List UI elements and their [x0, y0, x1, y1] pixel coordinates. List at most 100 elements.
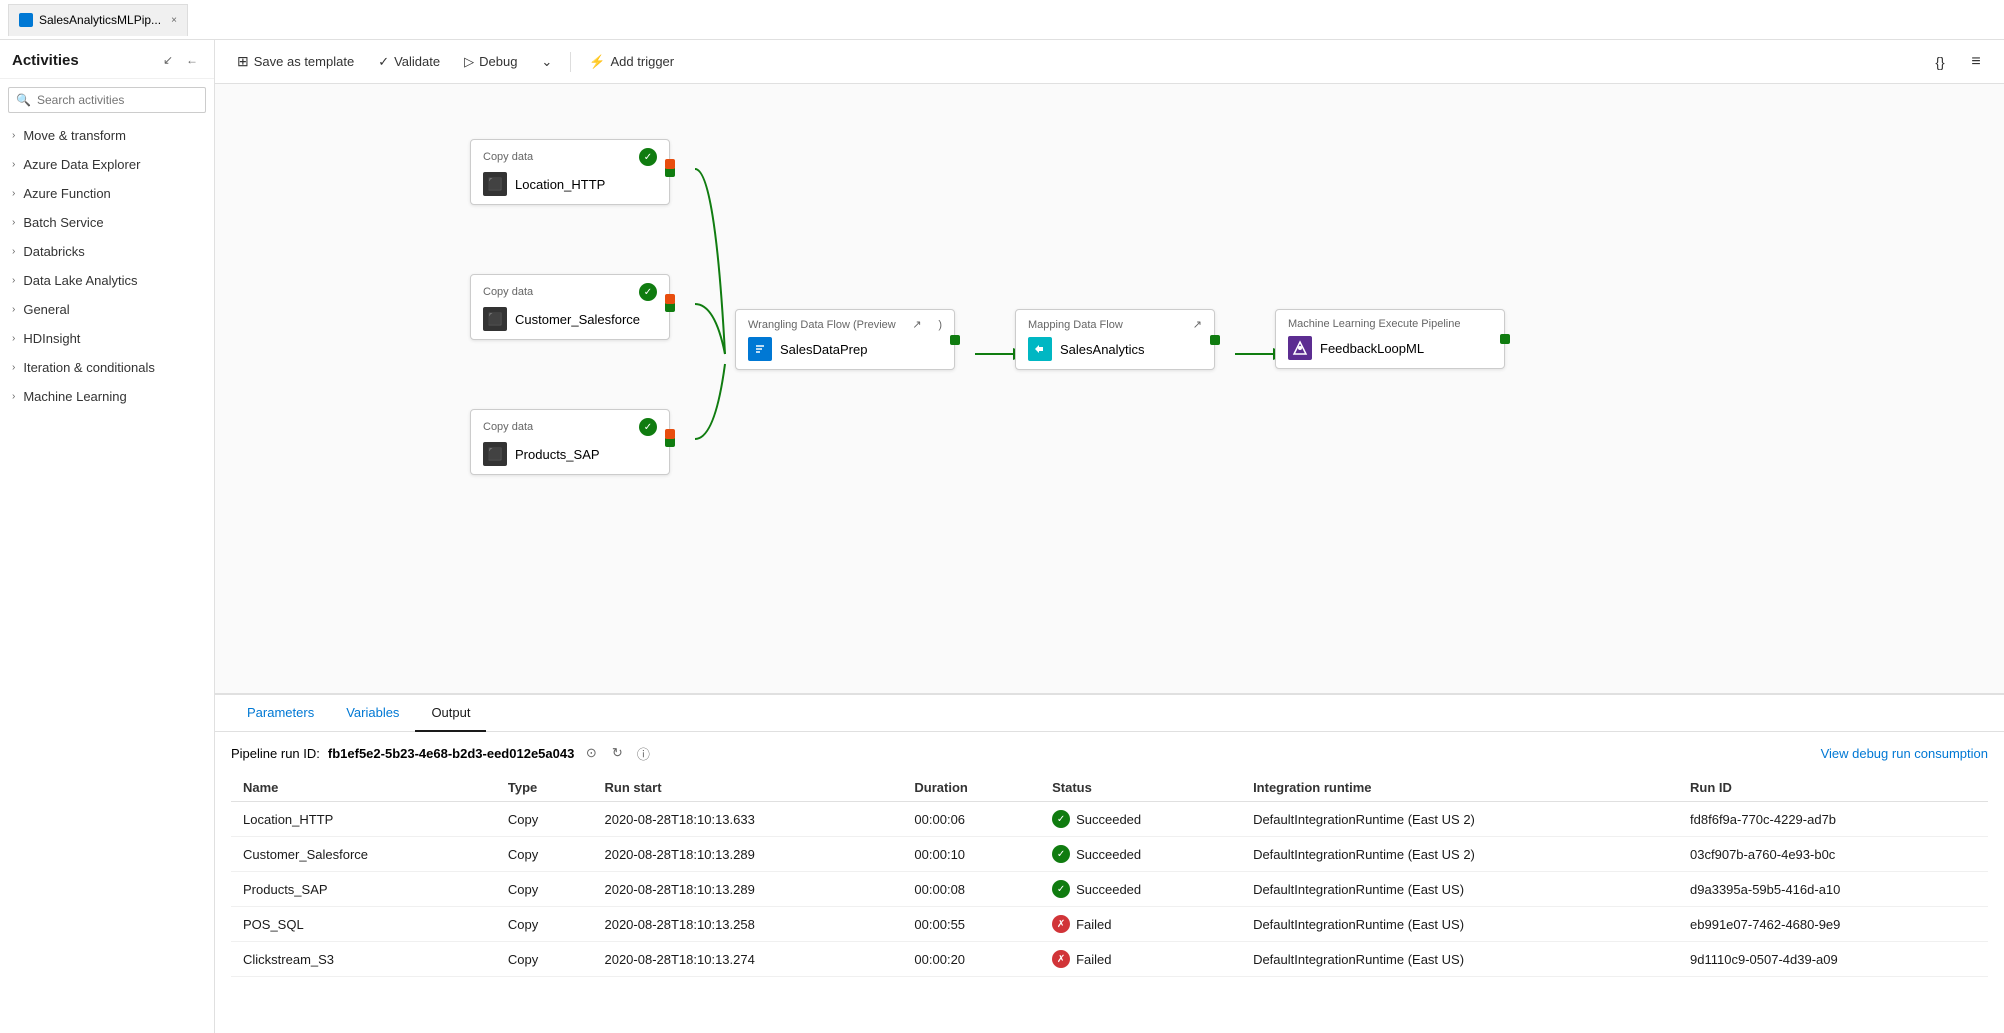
table-row[interactable]: Products_SAP Copy 2020-08-28T18:10:13.28…: [231, 872, 1988, 907]
info-icon[interactable]: ⓘ: [634, 744, 652, 762]
cell-run-start: 2020-08-28T18:10:13.289: [592, 837, 902, 872]
ml-node[interactable]: Machine Learning Execute Pipeline Feedba…: [1275, 309, 1505, 369]
cell-run-start: 2020-08-28T18:10:13.258: [592, 907, 902, 942]
code-icon: {}: [1935, 54, 1944, 70]
settings-icon: ≡: [1971, 53, 1980, 71]
sidebar-item-label: Data Lake Analytics: [23, 273, 137, 288]
cell-runtime: DefaultIntegrationRuntime (East US 2): [1241, 837, 1678, 872]
table-row[interactable]: Clickstream_S3 Copy 2020-08-28T18:10:13.…: [231, 942, 1988, 977]
add-trigger-button[interactable]: ⚡ Add trigger: [579, 50, 684, 74]
chevron-down-icon: ⌄: [541, 54, 552, 70]
ml-name: FeedbackLoopML: [1320, 341, 1424, 356]
sidebar-item-label: Azure Function: [23, 186, 110, 201]
node-body-2: ⬛ Customer_Salesforce: [483, 307, 657, 331]
cell-name: POS_SQL: [231, 907, 496, 942]
save-as-template-button[interactable]: ⊞ Save as template: [227, 49, 364, 74]
mapping-type: Mapping Data Flow: [1028, 319, 1123, 331]
chevron-icon: ›: [12, 275, 15, 286]
sidebar-item-4[interactable]: ›Databricks: [0, 237, 214, 266]
cell-name: Location_HTTP: [231, 802, 496, 837]
wrangling-name: SalesDataPrep: [780, 342, 867, 357]
tab-output[interactable]: Output: [415, 695, 486, 732]
sidebar-item-9[interactable]: ›Machine Learning: [0, 382, 214, 411]
wrangling-type: Wrangling Data Flow (Preview: [748, 319, 896, 331]
validate-button[interactable]: ✓ Validate: [368, 50, 450, 74]
status-failed-icon: ✗: [1052, 950, 1070, 968]
pipeline-run-label: Pipeline run ID:: [231, 746, 320, 761]
table-row[interactable]: Location_HTTP Copy 2020-08-28T18:10:13.6…: [231, 802, 1988, 837]
col-run-start: Run start: [592, 774, 902, 802]
ml-body: FeedbackLoopML: [1288, 336, 1492, 360]
sidebar-item-2[interactable]: ›Azure Function: [0, 179, 214, 208]
canvas-area[interactable]: Copy data ✓ ⬛ Location_HTTP Copy data ✓: [215, 84, 2004, 693]
sidebar-header: Activities ↙ ←: [0, 40, 214, 79]
col-type: Type: [496, 774, 593, 802]
copy-node-2[interactable]: Copy data ✓ ⬛ Customer_Salesforce: [470, 274, 670, 340]
cell-name: Products_SAP: [231, 872, 496, 907]
mapping-body: SalesAnalytics: [1028, 337, 1202, 361]
external-link-icon-mapping[interactable]: ↗: [1193, 318, 1202, 331]
cell-run-id: 03cf907b-a760-4e93-b0c: [1678, 837, 1988, 872]
copy-run-id-icon[interactable]: ⊙: [582, 744, 600, 762]
debug-icon: ▷: [464, 54, 474, 70]
hide-panel-btn[interactable]: ←: [182, 50, 202, 70]
debug-button[interactable]: ▷ Debug: [454, 50, 527, 74]
sidebar-item-7[interactable]: › HDInsight: [0, 324, 214, 353]
wrangling-connector-right: [950, 335, 960, 345]
panel-tabs: Parameters Variables Output: [215, 695, 2004, 732]
status-success-icon: ✓: [1052, 810, 1070, 828]
node-header-2: Copy data ✓: [483, 283, 657, 301]
panel-content: Pipeline run ID: fb1ef5e2-5b23-4e68-b2d3…: [215, 732, 2004, 1033]
node-body-1: ⬛ Location_HTTP: [483, 172, 657, 196]
collapse-btn[interactable]: ↙: [158, 50, 178, 70]
node-name-2: Customer_Salesforce: [515, 312, 640, 327]
tab-close-button[interactable]: ×: [171, 15, 177, 26]
tab-parameters[interactable]: Parameters: [231, 695, 330, 732]
sidebar-item-0[interactable]: ›Move & transform: [0, 121, 214, 150]
sidebar-item-1[interactable]: ›Azure Data Explorer: [0, 150, 214, 179]
col-run-id: Run ID: [1678, 774, 1988, 802]
copy-node-1[interactable]: Copy data ✓ ⬛ Location_HTTP: [470, 139, 670, 205]
tab-variables[interactable]: Variables: [330, 695, 415, 732]
view-consumption-link[interactable]: View debug run consumption: [1821, 746, 1988, 761]
external-link-icon-wrangling[interactable]: ↗: [912, 318, 921, 331]
chevron-icon: ›: [12, 159, 15, 170]
mapping-node[interactable]: Mapping Data Flow ↗ SalesAnalytics: [1015, 309, 1215, 370]
save-template-label: Save as template: [254, 54, 354, 69]
table-row[interactable]: POS_SQL Copy 2020-08-28T18:10:13.258 00:…: [231, 907, 1988, 942]
col-duration: Duration: [902, 774, 1040, 802]
search-input[interactable]: [8, 87, 206, 113]
sidebar-item-label: Iteration & conditionals: [23, 360, 155, 375]
mapping-name: SalesAnalytics: [1060, 342, 1145, 357]
cell-duration: 00:00:08: [902, 872, 1040, 907]
cell-type: Copy: [496, 872, 593, 907]
sidebar-item-6[interactable]: ›General: [0, 295, 214, 324]
chevron-icon: ›: [12, 246, 15, 257]
node-type-2: Copy data: [483, 286, 533, 298]
cell-status: ✓Succeeded: [1040, 837, 1241, 872]
save-template-icon: ⊞: [237, 53, 249, 70]
sidebar-item-5[interactable]: › Data Lake Analytics: [0, 266, 214, 295]
sidebar-item-label: Machine Learning: [23, 389, 126, 404]
debug-dropdown-button[interactable]: ⌄: [531, 50, 562, 74]
code-view-button[interactable]: {}: [1924, 46, 1956, 78]
settings-button[interactable]: ≡: [1960, 46, 1992, 78]
wrangling-body: SalesDataPrep: [748, 337, 942, 361]
pipeline-tab[interactable]: SalesAnalyticsMLPip... ×: [8, 4, 188, 36]
sidebar-item-label: HDInsight: [23, 331, 80, 346]
sidebar-title: Activities: [12, 52, 79, 69]
wrangling-node[interactable]: Wrangling Data Flow (Preview ↗ ) SalesDa…: [735, 309, 955, 370]
cell-duration: 00:00:06: [902, 802, 1040, 837]
pipeline-run-id-row: Pipeline run ID: fb1ef5e2-5b23-4e68-b2d3…: [231, 744, 1988, 762]
node-header-3: Copy data ✓: [483, 418, 657, 436]
refresh-icon[interactable]: ↻: [608, 744, 626, 762]
ml-connector-right: [1500, 334, 1510, 344]
tab-title: SalesAnalyticsMLPip...: [39, 13, 161, 27]
cell-runtime: DefaultIntegrationRuntime (East US): [1241, 907, 1678, 942]
table-row[interactable]: Customer_Salesforce Copy 2020-08-28T18:1…: [231, 837, 1988, 872]
copy-node-3[interactable]: Copy data ✓ ⬛ Products_SAP: [470, 409, 670, 475]
sidebar-item-3[interactable]: ›Batch Service: [0, 208, 214, 237]
sidebar-item-8[interactable]: ›Iteration & conditionals: [0, 353, 214, 382]
ml-header: Machine Learning Execute Pipeline: [1288, 318, 1492, 330]
chevron-icon: ›: [12, 333, 15, 344]
